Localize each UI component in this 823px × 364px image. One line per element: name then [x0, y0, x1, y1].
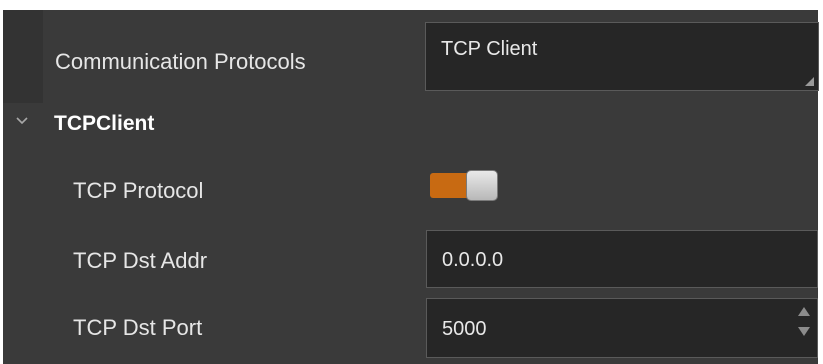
spinner-down-icon[interactable]: [798, 327, 810, 336]
tcp-dst-addr-value: 0.0.0.0: [442, 249, 504, 271]
communication-protocols-value: TCP Client: [441, 38, 538, 60]
port-spinner[interactable]: [797, 305, 811, 341]
tcp-protocol-label: TCP Protocol: [73, 178, 204, 203]
chevron-down-icon-graphic: [16, 117, 28, 125]
tcpclient-section-header[interactable]: TCPClient: [3, 103, 818, 147]
tcp-dst-port-value: 5000: [442, 318, 487, 340]
tcp-dst-port-input[interactable]: 5000: [426, 298, 818, 358]
row-gutter: [3, 10, 43, 103]
communication-protocols-select[interactable]: TCP Client: [425, 22, 819, 91]
toggle-knob[interactable]: [466, 170, 498, 201]
tcp-protocol-toggle[interactable]: [428, 168, 501, 201]
communication-protocols-label: Communication Protocols: [55, 49, 306, 74]
section-title: TCPClient: [54, 112, 155, 135]
properties-panel: Communication Protocols TCP Client TCPCl…: [0, 0, 823, 364]
spinner-up-icon[interactable]: [798, 307, 810, 316]
resize-corner-icon: [805, 77, 814, 86]
tcp-dst-addr-label: TCP Dst Addr: [73, 248, 208, 273]
chevron-down-icon[interactable]: [16, 115, 28, 131]
communication-protocols-row: Communication Protocols TCP Client: [43, 10, 819, 103]
tcp-dst-port-label: TCP Dst Port: [73, 315, 203, 340]
tcp-dst-addr-input[interactable]: 0.0.0.0: [426, 230, 818, 288]
